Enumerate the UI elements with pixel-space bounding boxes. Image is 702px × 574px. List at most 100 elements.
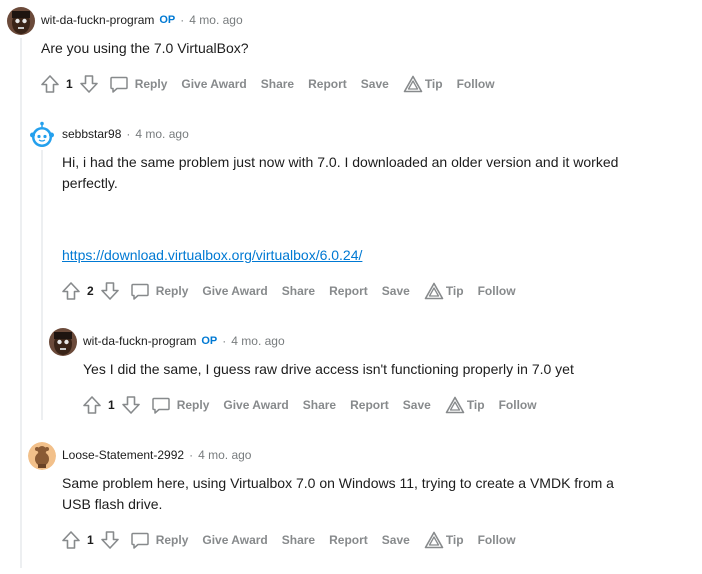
reply-button[interactable]: Reply <box>130 281 189 301</box>
vote-controls: 2 <box>61 281 120 301</box>
timestamp[interactable]: 4 mo. ago <box>198 448 251 462</box>
report-button[interactable]: Report <box>308 77 347 91</box>
comment-text-line: USB flash drive. <box>62 496 163 512</box>
comment-body: Yes I did the same, I guess raw drive ac… <box>83 359 574 380</box>
follow-button[interactable]: Follow <box>457 77 495 91</box>
comment-text-line: perfectly. <box>62 175 118 191</box>
reply-label: Reply <box>176 398 210 412</box>
reply-label: Reply <box>155 284 189 298</box>
op-badge: OP <box>159 14 176 26</box>
comment-meta: wit-da-fuckn-program OP · 4 mo. ago <box>41 13 243 27</box>
vote-score: 2 <box>87 284 94 298</box>
vote-controls: 1 <box>61 530 120 550</box>
give-award-button[interactable]: Give Award <box>181 77 246 91</box>
comment-bubble-icon <box>130 532 149 549</box>
comment-link-paragraph: https://download.virtualbox.org/virtualb… <box>62 245 362 266</box>
dark-face-avatar-icon <box>49 328 77 356</box>
share-button[interactable]: Share <box>303 398 336 412</box>
tip-button[interactable]: Tip <box>424 531 464 549</box>
username-link[interactable]: wit-da-fuckn-program <box>41 13 154 27</box>
share-button[interactable]: Share <box>261 77 294 91</box>
comment-bubble-icon <box>130 283 149 300</box>
downvote-icon[interactable] <box>121 395 141 415</box>
reply-button[interactable]: Reply <box>109 74 168 94</box>
save-button[interactable]: Save <box>382 533 410 547</box>
share-button[interactable]: Share <box>282 533 315 547</box>
comment-text-line: Are you using the 7.0 VirtualBox? <box>41 40 249 56</box>
vote-controls: 1 <box>40 74 99 94</box>
comment-body: Hi, i had the same problem just now with… <box>62 152 618 194</box>
tip-triangle-icon <box>424 282 444 300</box>
vote-score: 1 <box>87 533 94 547</box>
user-avatar[interactable] <box>28 442 56 470</box>
orange-snoo-avatar-icon <box>28 442 56 470</box>
user-avatar[interactable] <box>49 328 77 356</box>
give-award-button[interactable]: Give Award <box>223 398 288 412</box>
tip-label: Tip <box>445 284 464 298</box>
reply-button[interactable]: Reply <box>151 395 210 415</box>
upvote-icon[interactable] <box>61 530 81 550</box>
meta-separator: · <box>189 448 194 462</box>
meta-separator: · <box>222 334 227 348</box>
follow-button[interactable]: Follow <box>478 284 516 298</box>
blue-snoo-avatar-icon <box>28 121 56 149</box>
vote-score: 1 <box>108 398 115 412</box>
meta-separator: · <box>180 13 185 27</box>
report-button[interactable]: Report <box>350 398 389 412</box>
tip-triangle-icon <box>424 531 444 549</box>
comment-body: Are you using the 7.0 VirtualBox? <box>41 38 249 59</box>
thread-line[interactable] <box>20 38 22 568</box>
follow-button[interactable]: Follow <box>478 533 516 547</box>
user-avatar[interactable] <box>28 121 56 149</box>
follow-button[interactable]: Follow <box>499 398 537 412</box>
reply-label: Reply <box>134 77 168 91</box>
downvote-icon[interactable] <box>100 530 120 550</box>
comment-actions: 1 Reply Give Award Share Report Save Tip… <box>82 393 537 417</box>
comment-actions: 1 Reply Give Award Share Report Save Tip… <box>40 72 495 96</box>
reply-label: Reply <box>155 533 189 547</box>
tip-label: Tip <box>445 533 464 547</box>
comment-meta: Loose-Statement-2992 · 4 mo. ago <box>62 448 251 462</box>
tip-button[interactable]: Tip <box>403 75 443 93</box>
give-award-button[interactable]: Give Award <box>202 533 267 547</box>
username-link[interactable]: wit-da-fuckn-program <box>83 334 196 348</box>
report-button[interactable]: Report <box>329 284 368 298</box>
comment-bubble-icon <box>151 397 170 414</box>
vote-controls: 1 <box>82 395 141 415</box>
virtualbox-download-link[interactable]: https://download.virtualbox.org/virtualb… <box>62 247 362 263</box>
save-button[interactable]: Save <box>382 284 410 298</box>
save-button[interactable]: Save <box>403 398 431 412</box>
vote-score: 1 <box>66 77 73 91</box>
comment-actions: 1 Reply Give Award Share Report Save Tip… <box>61 528 516 552</box>
username-link[interactable]: Loose-Statement-2992 <box>62 448 184 462</box>
tip-button[interactable]: Tip <box>424 282 464 300</box>
upvote-icon[interactable] <box>40 74 60 94</box>
timestamp[interactable]: 4 mo. ago <box>189 13 242 27</box>
comment-body: Same problem here, using Virtualbox 7.0 … <box>62 473 614 515</box>
save-button[interactable]: Save <box>361 77 389 91</box>
user-avatar[interactable] <box>7 7 35 35</box>
comment-meta: sebbstar98 · 4 mo. ago <box>62 127 189 141</box>
tip-label: Tip <box>466 398 485 412</box>
timestamp[interactable]: 4 mo. ago <box>231 334 284 348</box>
tip-button[interactable]: Tip <box>445 396 485 414</box>
downvote-icon[interactable] <box>79 74 99 94</box>
comment-text-line: Yes I did the same, I guess raw drive ac… <box>83 361 574 377</box>
tip-triangle-icon <box>403 75 423 93</box>
username-link[interactable]: sebbstar98 <box>62 127 121 141</box>
comment-text-line: Same problem here, using Virtualbox 7.0 … <box>62 475 614 491</box>
thread-line[interactable] <box>41 150 43 420</box>
tip-triangle-icon <box>445 396 465 414</box>
downvote-icon[interactable] <box>100 281 120 301</box>
dark-face-avatar-icon <box>7 7 35 35</box>
share-button[interactable]: Share <box>282 284 315 298</box>
meta-separator: · <box>126 127 131 141</box>
comment-text-line: Hi, i had the same problem just now with… <box>62 154 619 170</box>
give-award-button[interactable]: Give Award <box>202 284 267 298</box>
comment-meta: wit-da-fuckn-program OP · 4 mo. ago <box>83 334 285 348</box>
timestamp[interactable]: 4 mo. ago <box>135 127 188 141</box>
upvote-icon[interactable] <box>61 281 81 301</box>
report-button[interactable]: Report <box>329 533 368 547</box>
reply-button[interactable]: Reply <box>130 530 189 550</box>
upvote-icon[interactable] <box>82 395 102 415</box>
